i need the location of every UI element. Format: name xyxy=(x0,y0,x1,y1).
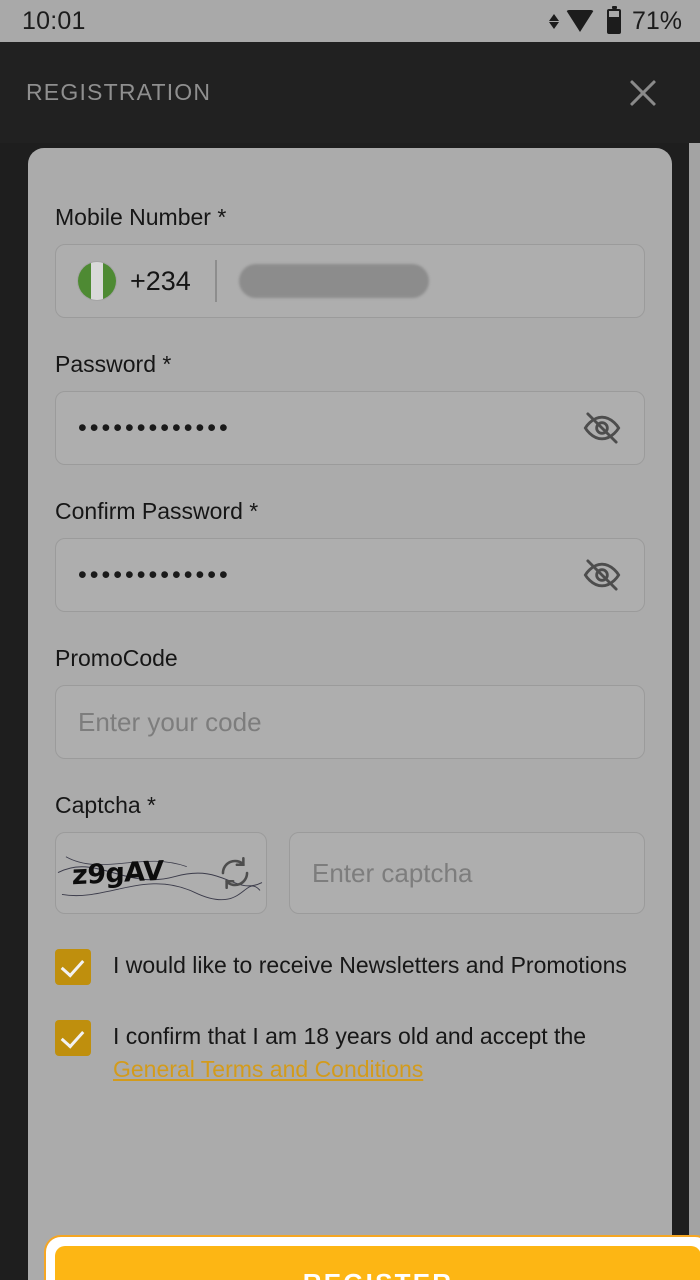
captcha-code: z9gAV xyxy=(71,855,164,891)
page-title: REGISTRATION xyxy=(26,79,212,105)
battery-percent-label: 71% xyxy=(631,6,682,35)
registration-card: Mobile Number * +234 Password * ••••••••… xyxy=(28,148,700,1280)
status-bar-clock: 10:01 xyxy=(22,6,86,35)
eye-off-icon[interactable] xyxy=(582,555,622,595)
password-masked-value: ••••••••••••• xyxy=(78,413,231,442)
captcha-placeholder: Enter captcha xyxy=(312,857,473,888)
newsletter-checkbox-row[interactable]: I would like to receive Newsletters and … xyxy=(55,947,645,985)
terms-checkbox[interactable] xyxy=(55,1020,91,1056)
dial-code-label[interactable]: +234 xyxy=(130,266,191,297)
scrollbar[interactable] xyxy=(689,143,700,1280)
captcha-label: Captcha * xyxy=(55,792,157,818)
promocode-field[interactable]: Enter your code xyxy=(55,685,645,759)
field-divider xyxy=(214,260,217,302)
captcha-image: z9gAV xyxy=(55,832,267,914)
terms-checkbox-label: I confirm that I am 18 years old and acc… xyxy=(113,1018,645,1085)
refresh-icon[interactable] xyxy=(218,856,252,890)
password-label: Password * xyxy=(55,351,172,377)
terms-checkbox-text: I confirm that I am 18 years old and acc… xyxy=(113,1023,587,1049)
promocode-placeholder: Enter your code xyxy=(78,706,262,737)
terms-checkbox-row[interactable]: I confirm that I am 18 years old and acc… xyxy=(55,1018,645,1085)
captcha-row: z9gAV Enter captcha xyxy=(55,832,645,914)
confirm-password-label: Confirm Password * xyxy=(55,498,259,524)
terms-and-conditions-link[interactable]: General Terms and Conditions xyxy=(113,1056,423,1082)
app-header: REGISTRATION xyxy=(0,42,700,143)
newsletter-checkbox-label: I would like to receive Newsletters and … xyxy=(113,952,627,978)
newsletter-checkbox[interactable] xyxy=(55,949,91,985)
close-icon[interactable] xyxy=(620,70,666,116)
confirm-password-masked-value: ••••••••••••• xyxy=(78,560,231,589)
captcha-input[interactable]: Enter captcha xyxy=(289,832,645,914)
data-transfer-arrows-icon xyxy=(548,13,559,29)
register-button[interactable]: REGISTER xyxy=(55,1246,700,1280)
promocode-label: PromoCode xyxy=(55,645,178,671)
register-button-highlight: REGISTER xyxy=(44,1235,700,1280)
confirm-password-field[interactable]: ••••••••••••• xyxy=(55,538,645,612)
wifi-icon xyxy=(565,10,594,32)
mobile-number-redacted-value xyxy=(238,264,429,298)
nigeria-flag-icon xyxy=(78,262,116,300)
mobile-number-field[interactable]: +234 xyxy=(55,244,645,318)
status-bar-icons: 71% xyxy=(548,5,682,36)
status-bar: 10:01 71% xyxy=(0,0,700,42)
mobile-number-label: Mobile Number * xyxy=(55,204,227,230)
battery-icon xyxy=(606,5,621,34)
password-field[interactable]: ••••••••••••• xyxy=(55,391,645,465)
eye-off-icon[interactable] xyxy=(582,408,622,448)
